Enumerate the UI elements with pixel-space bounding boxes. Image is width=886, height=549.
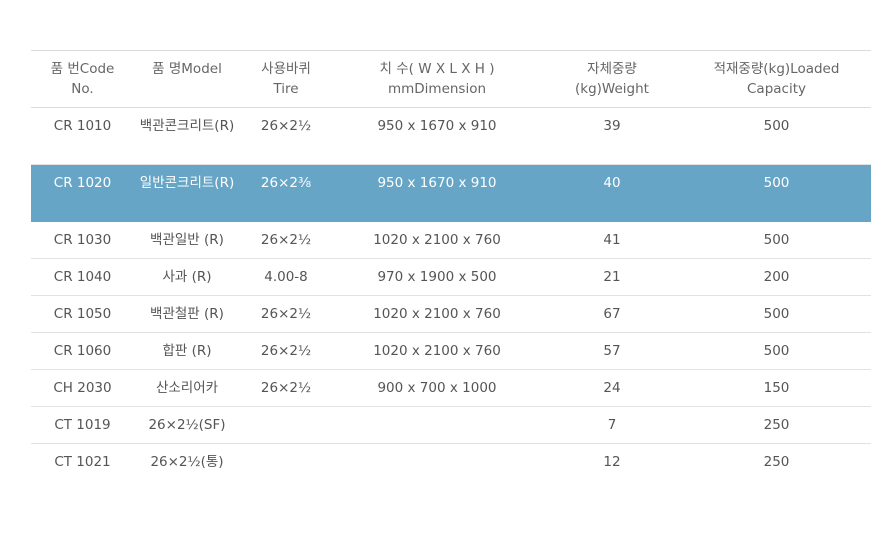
cell-code: CR 1050 [53,306,112,322]
table-row[interactable]: CR 1030 백관일반 (R) 26×2½ 1020 x 2100 x 760… [31,222,871,259]
table-row-selected[interactable]: CR 1020 일반콘크리트(R) 26×2⅜ 950 x 1670 x 910… [31,164,871,222]
cell-dimension: 1020 x 2100 x 760 [373,306,501,322]
cell-weight: 40 [603,175,621,191]
cell-tire [240,407,332,444]
cell-dimension: 950 x 1670 x 910 [377,118,497,134]
cell-tire: 26×2⅜ [260,175,312,191]
cell-weight: 12 [603,454,621,470]
cell-tire: 26×2½ [260,306,312,322]
cell-dimension: 1020 x 2100 x 760 [373,343,501,359]
cell-dimension [332,407,542,444]
cell-capacity: 250 [763,454,790,470]
cell-tire: 4.00-8 [264,269,308,285]
cell-code: CR 1040 [53,269,112,285]
cell-tire: 26×2½ [260,118,312,134]
cell-capacity: 500 [763,118,790,134]
cell-code: CR 1010 [53,118,112,134]
cell-code: CH 2030 [53,380,112,396]
cell-tire: 26×2½ [260,232,312,248]
table-row[interactable]: CR 1050 백관철판 (R) 26×2½ 1020 x 2100 x 760… [31,296,871,333]
cell-capacity: 500 [763,175,790,191]
cell-model: 합판 (R) [162,343,212,359]
cell-model: 사과 (R) [162,269,212,285]
cell-code: CR 1030 [53,232,112,248]
product-table-container: 품 번Code No. 품 명Model 사용바퀴 Tire 치 수( W X L … [31,50,871,481]
cell-capacity: 500 [763,306,790,322]
cell-tire [240,444,332,481]
cell-model: 산소리어카 [155,380,219,396]
cell-dimension: 900 x 700 x 1000 [377,380,497,396]
cell-tire: 26×2½ [260,380,312,396]
cell-weight: 21 [603,269,621,285]
cell-weight: 41 [603,232,621,248]
header-weight: 자체중량 (kg)Weight [542,50,682,108]
header-model: 품 명Model [134,50,240,108]
cell-weight: 24 [603,380,621,396]
cell-code: CR 1060 [53,343,112,359]
cell-model: 백관일반 (R) [150,232,224,248]
header-code: 품 번Code No. [31,50,134,108]
table-body: CR 1010 백관콘크리트(R) 26×2½ 950 x 1670 x 910… [31,108,871,481]
cell-code: CR 1020 [53,175,112,191]
table-row[interactable]: CR 1040 사과 (R) 4.00-8 970 x 1900 x 500 2… [31,259,871,296]
table-row[interactable]: CT 1019 26×2½(SF) 7 250 [31,407,871,444]
cell-model: 26×2½(SF) [148,417,226,433]
cell-capacity: 250 [763,417,790,433]
cell-capacity: 500 [763,232,790,248]
header-tire: 사용바퀴 Tire [240,50,332,108]
cell-model: 일반콘크리트(R) [139,175,235,191]
table-row[interactable]: CT 1021 26×2½(통) 12 250 [31,444,871,481]
cell-dimension: 970 x 1900 x 500 [377,269,497,285]
cell-dimension [332,444,542,481]
cell-capacity: 200 [763,269,790,285]
header-dimension: 치 수( W X L X H ) mmDimension [332,50,542,108]
cell-tire: 26×2½ [260,343,312,359]
cell-weight: 67 [603,306,621,322]
cell-dimension: 950 x 1670 x 910 [377,175,497,191]
cell-weight: 7 [607,417,617,433]
header-capacity: 적재중량(kg)Loaded Capacity [682,50,871,108]
table-row[interactable]: CR 1060 합판 (R) 26×2½ 1020 x 2100 x 760 5… [31,333,871,370]
table-header: 품 번Code No. 품 명Model 사용바퀴 Tire 치 수( W X L … [31,50,871,108]
cell-weight: 39 [603,118,621,134]
cell-model: 백관콘크리트(R) [139,118,235,134]
header-row: 품 번Code No. 품 명Model 사용바퀴 Tire 치 수( W X L … [31,50,871,108]
cell-weight: 57 [603,343,621,359]
table-row[interactable]: CR 1010 백관콘크리트(R) 26×2½ 950 x 1670 x 910… [31,108,871,165]
cell-capacity: 500 [763,343,790,359]
product-spec-table: 품 번Code No. 품 명Model 사용바퀴 Tire 치 수( W X L … [31,50,871,481]
table-row[interactable]: CH 2030 산소리어카 26×2½ 900 x 700 x 1000 24 … [31,370,871,407]
cell-capacity: 150 [763,380,790,396]
cell-model: 26×2½(통) [150,454,224,470]
cell-dimension: 1020 x 2100 x 760 [373,232,501,248]
cell-code: CT 1019 [54,417,111,433]
cell-code: CT 1021 [54,454,111,470]
cell-model: 백관철판 (R) [150,306,224,322]
